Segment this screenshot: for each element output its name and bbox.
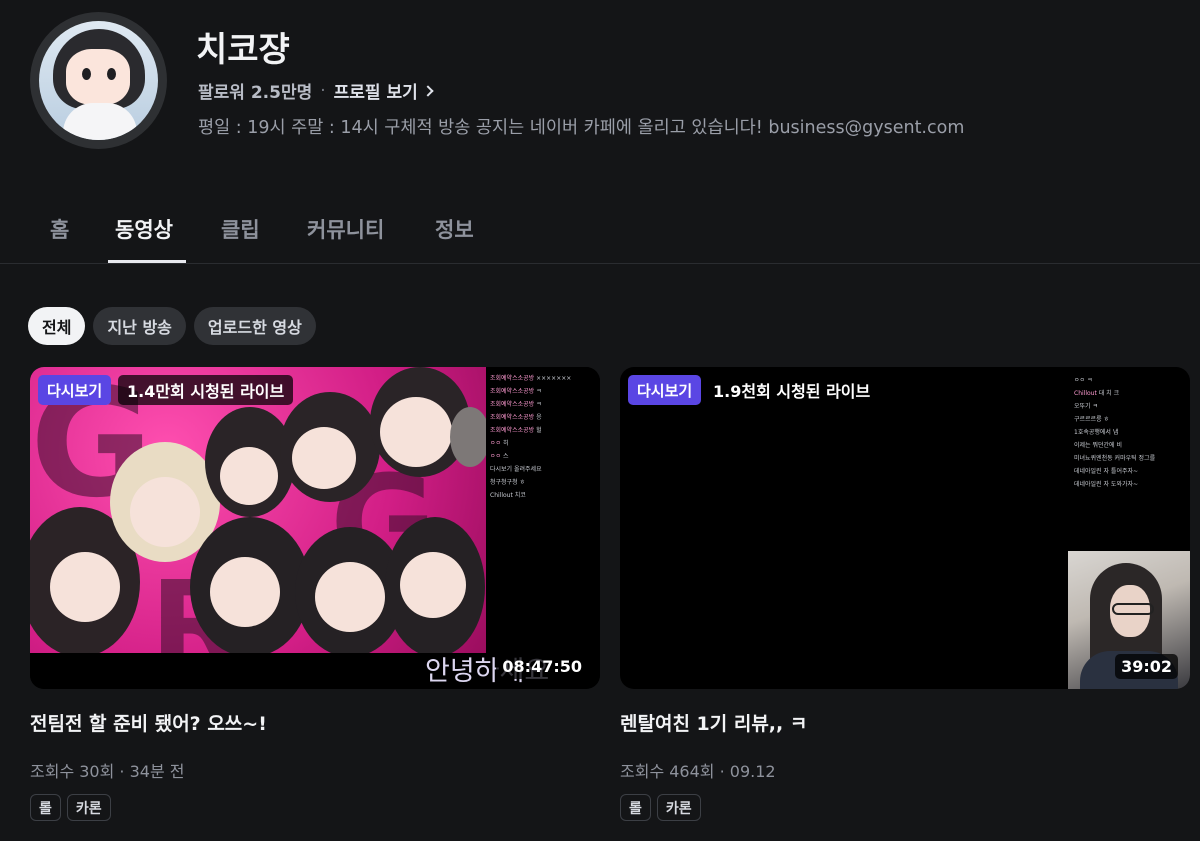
chevron-right-icon — [422, 84, 434, 97]
video-card: G G R 조회예약스소공방 ××××××× 조회예약스소공방 ㅋ 조회예약스소… — [30, 367, 600, 821]
thumbnail-artwork: G G R — [30, 367, 486, 653]
video-thumbnail[interactable]: ㅇㅇ ㅋ Chillout 대 치 크 오뚜기 ㅋ 구르르르릉 ㅎ 1호속공행에… — [620, 367, 1190, 689]
channel-meta: 팔로워 2.5만명 · 프로필 보기 — [198, 78, 434, 103]
channel-tabs: 홈 동영상 클립 커뮤니티 정보 — [0, 200, 1200, 264]
tab-info[interactable]: 정보 — [435, 214, 474, 244]
filter-chip-all[interactable]: 전체 — [28, 307, 86, 345]
tag-chip[interactable]: 카론 — [656, 794, 701, 821]
replay-badge: 다시보기 — [38, 375, 112, 405]
tab-videos[interactable]: 동영상 — [115, 214, 173, 244]
live-views-badge: 1.4만회 시청된 라이브 — [118, 375, 294, 405]
duration-badge: 08:47:50 — [496, 654, 588, 679]
tag-chip[interactable]: 카론 — [66, 794, 111, 821]
follower-count: 팔로워 2.5만명 — [198, 83, 313, 103]
video-thumbnail[interactable]: G G R 조회예약스소공방 ××××××× 조회예약스소공방 ㅋ 조회예약스소… — [30, 367, 600, 689]
channel-name: 치코쟝 — [196, 30, 290, 70]
meta-separator: · — [320, 80, 326, 101]
filter-chip-past-broadcasts[interactable]: 지난 방송 — [93, 307, 186, 345]
video-title[interactable]: 렌탈여친 1기 리뷰,, ㅋ — [620, 709, 1190, 736]
duration-badge: 39:02 — [1115, 654, 1178, 679]
filter-chips: 전체 지난 방송 업로드한 영상 — [28, 307, 316, 345]
video-tags: 롤 카론 — [30, 794, 600, 821]
video-stats: 조회수 464회 · 09.12 — [620, 762, 776, 781]
profile-link[interactable]: 프로필 보기 — [333, 78, 434, 103]
chat-overlay: ㅇㅇ ㅋ Chillout 대 치 크 오뚜기 ㅋ 구르르르릉 ㅎ 1호속공행에… — [1074, 377, 1156, 488]
channel-header: 치코쟝 팔로워 2.5만명 · 프로필 보기 평일 : 19시 주말 : 14시… — [30, 12, 1170, 152]
channel-avatar[interactable] — [30, 12, 167, 149]
tag-chip[interactable]: 롤 — [30, 794, 61, 821]
filter-chip-uploads[interactable]: 업로드한 영상 — [193, 307, 316, 345]
tab-home[interactable]: 홈 — [50, 214, 69, 244]
tab-community[interactable]: 커뮤니티 — [307, 214, 384, 244]
active-tab-indicator — [108, 260, 186, 263]
chat-overlay: 조회예약스소공방 ××××××× 조회예약스소공방 ㅋ 조회예약스소공방 ㅋ 조… — [486, 367, 600, 653]
video-tags: 롤 카론 — [620, 794, 1190, 821]
profile-link-label: 프로필 보기 — [333, 83, 418, 103]
live-views-badge: 1.9천회 시청된 라이브 — [704, 375, 880, 405]
tag-chip[interactable]: 롤 — [620, 794, 651, 821]
video-stats: 조회수 30회 · 34분 전 — [30, 762, 185, 781]
video-card: ㅇㅇ ㅋ Chillout 대 치 크 오뚜기 ㅋ 구르르르릉 ㅎ 1호속공행에… — [620, 367, 1190, 821]
replay-badge: 다시보기 — [628, 375, 702, 405]
channel-description: 평일 : 19시 주말 : 14시 구체적 방송 공지는 네이버 카페에 올리고… — [198, 118, 965, 138]
video-title[interactable]: 전팀전 할 준비 됐어? 오쓰~! — [30, 709, 600, 736]
avatar-illustration — [39, 21, 158, 140]
tab-clips[interactable]: 클립 — [221, 214, 260, 244]
